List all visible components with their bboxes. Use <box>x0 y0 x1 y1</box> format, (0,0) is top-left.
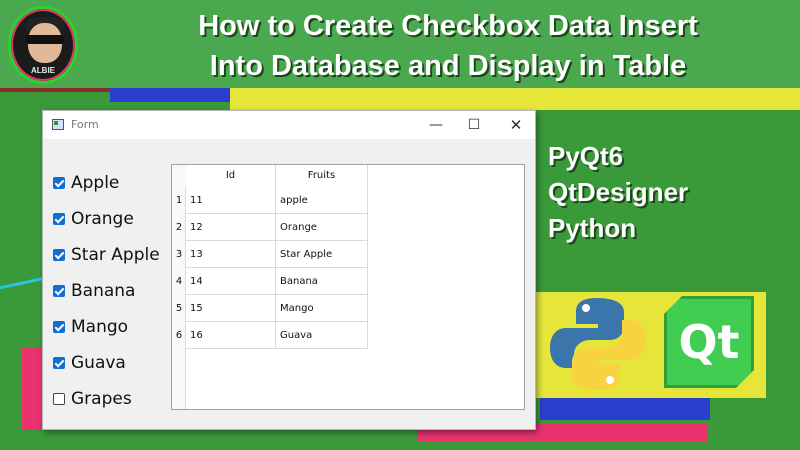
cell-fruit[interactable]: Star Apple <box>276 241 368 268</box>
cell-fruit[interactable]: Banana <box>276 268 368 295</box>
checkbox-star-apple[interactable]: Star Apple <box>53 237 160 273</box>
checkbox-banana[interactable]: Banana <box>53 273 160 309</box>
checkbox-unchecked-icon[interactable] <box>53 393 65 405</box>
cell-id[interactable]: 14 <box>186 268 276 295</box>
row-number[interactable]: 5 <box>172 295 186 322</box>
title-line-2: Into Database and Display in Table <box>209 50 687 82</box>
decor-blue-block <box>540 398 710 420</box>
sunglasses-icon <box>26 35 64 44</box>
checkbox-label[interactable]: Star Apple <box>71 245 160 265</box>
checkbox-mango[interactable]: Mango <box>53 309 160 345</box>
table-row[interactable]: 1 11 apple <box>172 187 368 214</box>
tag-qtdesigner: QtDesigner <box>548 177 689 207</box>
checkbox-checked-icon[interactable] <box>53 285 65 297</box>
maximize-button[interactable]: ☐ <box>459 115 489 135</box>
cell-id[interactable]: 11 <box>186 187 276 214</box>
cell-id[interactable]: 16 <box>186 322 276 349</box>
qt-logo-corner <box>736 370 754 388</box>
row-number[interactable]: 3 <box>172 241 186 268</box>
decor-strip <box>0 88 110 92</box>
tag-python: Python <box>548 213 637 243</box>
window-title: Form <box>71 118 99 131</box>
table-row[interactable]: 5 15 Mango <box>172 295 368 322</box>
close-button[interactable]: ✕ <box>501 115 531 135</box>
app-window-icon <box>52 119 64 130</box>
checkbox-grapes[interactable]: Grapes <box>53 381 160 417</box>
checkbox-orange[interactable]: Orange <box>53 201 160 237</box>
table-row[interactable]: 3 13 Star Apple <box>172 241 368 268</box>
table-row[interactable]: 6 16 Guava <box>172 322 368 349</box>
checkbox-checked-icon[interactable] <box>53 357 65 369</box>
fruits-table[interactable]: Id Fruits 1 11 apple 2 12 Orange 3 13 St… <box>171 164 525 410</box>
row-number[interactable]: 2 <box>172 214 186 241</box>
decor-blue-bar <box>110 88 230 102</box>
table-corner[interactable] <box>172 165 186 187</box>
cell-id[interactable]: 12 <box>186 214 276 241</box>
page-title: How to Create Checkbox Data Insert Into … <box>98 6 798 86</box>
checkbox-list: Apple Orange Star Apple Banana Mango Gua… <box>53 165 160 417</box>
cell-fruit[interactable]: apple <box>276 187 368 214</box>
cell-id[interactable]: 15 <box>186 295 276 322</box>
tech-tags: PyQt6 QtDesigner Python <box>548 138 688 246</box>
qt-logo-icon: Qt <box>664 296 754 388</box>
table-row[interactable]: 4 14 Banana <box>172 268 368 295</box>
checkbox-checked-icon[interactable] <box>53 321 65 333</box>
python-logo-icon <box>550 298 646 390</box>
checkbox-guava[interactable]: Guava <box>53 345 160 381</box>
checkbox-label[interactable]: Orange <box>71 209 134 229</box>
row-number[interactable]: 4 <box>172 268 186 295</box>
checkbox-label[interactable]: Banana <box>71 281 135 301</box>
checkbox-label[interactable]: Guava <box>71 353 126 373</box>
avatar-name: ALBIE <box>31 66 55 75</box>
avatar: ALBIE <box>8 6 78 84</box>
checkbox-label[interactable]: Mango <box>71 317 128 337</box>
checkbox-checked-icon[interactable] <box>53 177 65 189</box>
row-number[interactable]: 6 <box>172 322 186 349</box>
tag-pyqt6: PyQt6 <box>548 141 624 171</box>
title-line-1: How to Create Checkbox Data Insert <box>198 10 698 42</box>
minimize-button[interactable]: — <box>421 115 451 135</box>
cell-fruit[interactable]: Orange <box>276 214 368 241</box>
checkbox-apple[interactable]: Apple <box>53 165 160 201</box>
cell-fruit[interactable]: Guava <box>276 322 368 349</box>
column-header-id[interactable]: Id <box>186 165 276 187</box>
checkbox-checked-icon[interactable] <box>53 249 65 261</box>
checkbox-label[interactable]: Apple <box>71 173 119 193</box>
cell-fruit[interactable]: Mango <box>276 295 368 322</box>
row-number[interactable]: 1 <box>172 187 186 214</box>
window-titlebar[interactable]: Form — ☐ ✕ <box>43 111 535 139</box>
checkbox-label[interactable]: Grapes <box>71 389 132 409</box>
column-header-fruits[interactable]: Fruits <box>276 165 368 187</box>
checkbox-checked-icon[interactable] <box>53 213 65 225</box>
table-row[interactable]: 2 12 Orange <box>172 214 368 241</box>
form-window: Form — ☐ ✕ Apple Orange Star Apple Banan… <box>42 110 536 430</box>
decor-yellow-bar <box>230 88 800 110</box>
cell-id[interactable]: 13 <box>186 241 276 268</box>
